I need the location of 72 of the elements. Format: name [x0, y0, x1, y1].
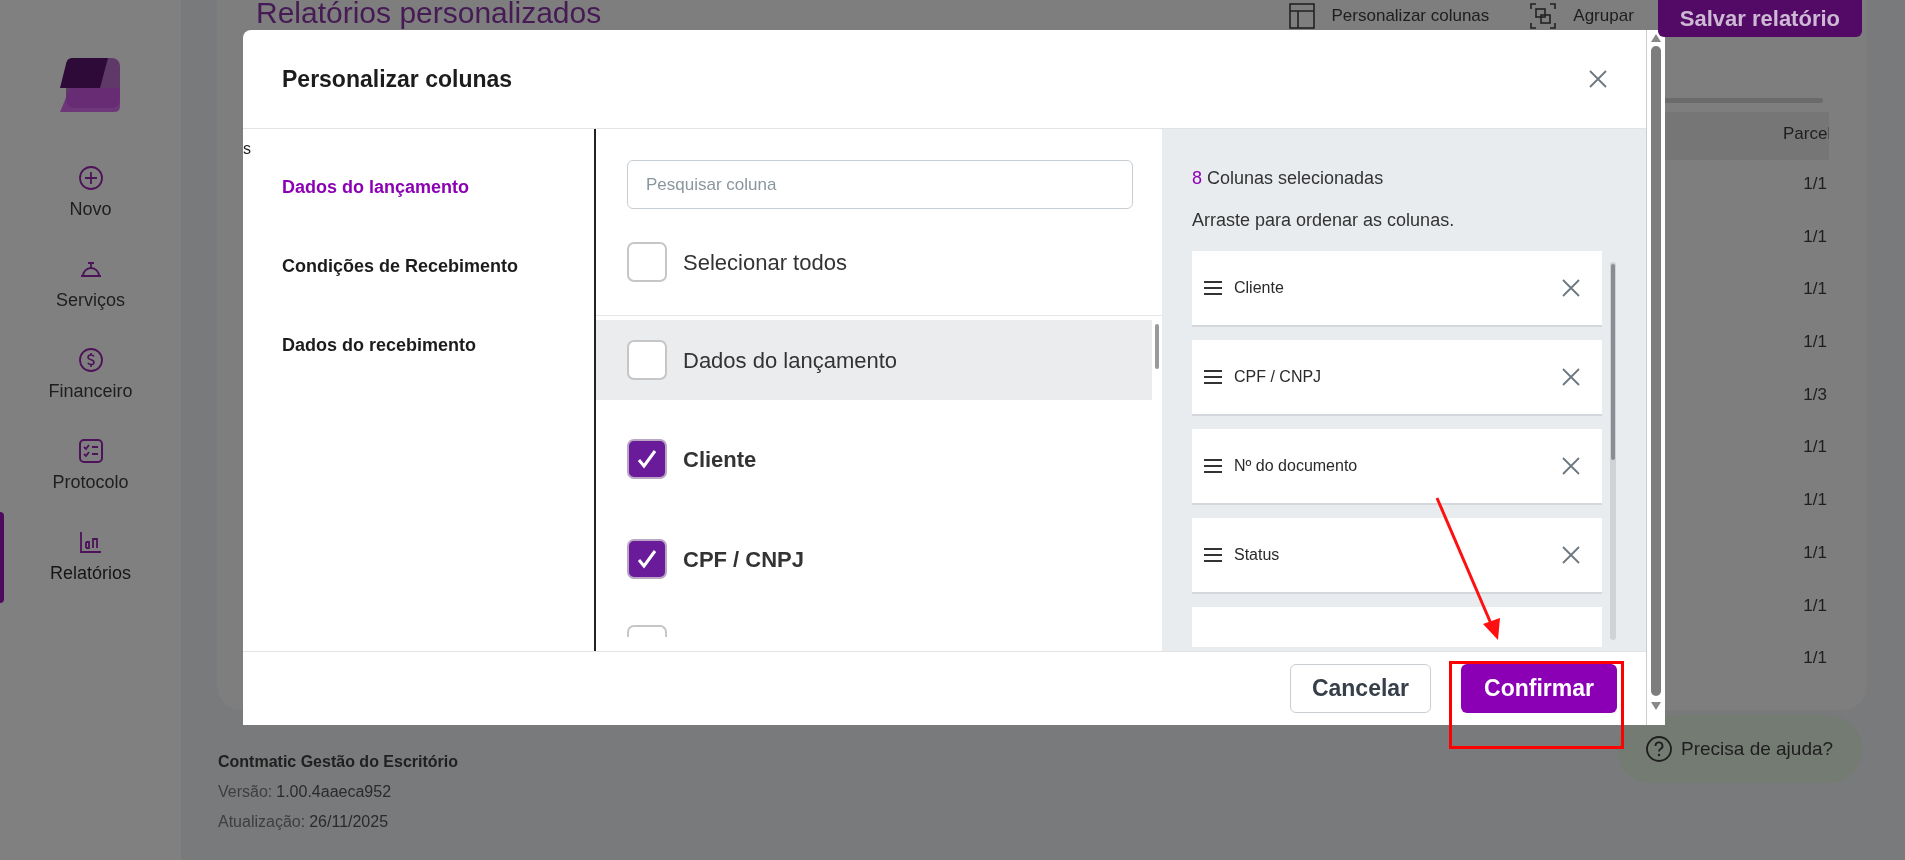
- version-label: Versão:: [218, 782, 273, 802]
- nav-item[interactable]: Relatórios: [0, 512, 181, 603]
- drag-handle-icon[interactable]: [1204, 459, 1222, 473]
- checkbox[interactable]: [627, 439, 667, 479]
- scrollbar-thumb: [1155, 324, 1159, 369]
- nav-item[interactable]: Financeiro: [0, 330, 181, 421]
- close-icon: [1588, 69, 1608, 89]
- nav-item[interactable]: Protocolo: [0, 421, 181, 512]
- close-icon: [1562, 546, 1580, 564]
- column-name: Status: [1234, 545, 1280, 565]
- plus-circle-icon: [76, 164, 105, 192]
- check-icon: [636, 548, 658, 570]
- close-icon: [1562, 279, 1580, 297]
- checkbox[interactable]: [627, 340, 667, 380]
- help-button[interactable]: Precisa de ajuda?: [1617, 715, 1862, 783]
- table-cell-text: 1/1: [1803, 541, 1827, 564]
- update-value: 26/11/2025: [309, 812, 389, 832]
- checklist-icon: [76, 437, 105, 465]
- scroll-down-icon: [1651, 702, 1661, 710]
- check-icon: [636, 448, 658, 470]
- save-report-button[interactable]: Salvar relatório: [1657, 0, 1862, 37]
- cancel-button[interactable]: Cancelar: [1290, 664, 1431, 713]
- close-icon: [1562, 368, 1580, 386]
- drag-handle-icon[interactable]: [1204, 281, 1222, 295]
- nav-item[interactable]: Serviços: [0, 239, 181, 330]
- version-value: 1.00.4aaeca952: [276, 782, 392, 802]
- table-cell-text: 1/1: [1803, 278, 1827, 301]
- app-name: Contmatic Gestão do Escritório: [218, 752, 459, 772]
- checkbox[interactable]: [627, 539, 667, 579]
- column-name: Nº do documento: [1234, 456, 1358, 476]
- nav-item[interactable]: Novo: [0, 148, 181, 239]
- table-cell-text: 1/1: [1803, 173, 1827, 195]
- option-group-row: Dados do lançamento: [596, 320, 1152, 400]
- group-icon: [1529, 2, 1558, 30]
- remove-column-button[interactable]: [1562, 456, 1582, 476]
- drag-hint: Arraste para ordenar as colunas.: [1192, 209, 1456, 232]
- update-label: Atualização:: [218, 812, 306, 832]
- drag-handle-icon[interactable]: [1204, 548, 1222, 562]
- toolbar-button[interactable]: Personalizar colunas: [1287, 2, 1490, 30]
- confirm-button[interactable]: Confirmar: [1461, 664, 1617, 713]
- table-icon: [1287, 2, 1316, 30]
- table-cell-text: 1/1: [1803, 489, 1827, 512]
- category-tab[interactable]: Dados do recebimento: [282, 332, 594, 359]
- scrollbar-thumb[interactable]: [1651, 46, 1661, 696]
- category-tab[interactable]: Dados do lançamento: [282, 174, 594, 201]
- remove-column-button[interactable]: [1562, 545, 1582, 565]
- close-icon: [1562, 457, 1580, 475]
- dollar-icon: [76, 346, 105, 374]
- page-title: Relatórios personalizados: [256, 0, 602, 30]
- question-icon: [1645, 735, 1673, 763]
- selected-count: 8 Colunas selecionadas: [1192, 167, 1385, 190]
- table-cell-text: 1/1: [1803, 331, 1827, 354]
- table-cell-text: 1/1: [1803, 594, 1827, 617]
- dialog-title: Personalizar colunas: [282, 64, 513, 94]
- checkbox[interactable]: [627, 242, 667, 282]
- table-cell-text: 1/3: [1803, 383, 1827, 406]
- remove-column-button[interactable]: [1562, 367, 1582, 387]
- stray-text: s: [243, 139, 251, 159]
- checkbox-label: Selecionar todos: [683, 248, 847, 277]
- drag-handle-icon[interactable]: [1204, 370, 1222, 384]
- category-tab[interactable]: Condições de Recebimento: [282, 253, 594, 280]
- toolbar-button[interactable]: Agrupar: [1529, 2, 1634, 30]
- table-cell-text: 1/1: [1803, 225, 1827, 248]
- checkbox-label: CPF / CNPJ: [683, 545, 805, 574]
- column-name: Cliente: [1234, 278, 1284, 298]
- scroll-up-icon: [1651, 34, 1661, 42]
- search-field[interactable]: Pesquisar coluna: [627, 160, 1133, 209]
- table-cell-text: 1/1: [1803, 436, 1827, 459]
- column-name: CPF / CNPJ: [1234, 367, 1322, 387]
- checkbox-label: Cliente: [683, 445, 757, 474]
- remove-column-button[interactable]: [1562, 278, 1582, 298]
- table-cell-text: 1/1: [1803, 647, 1827, 670]
